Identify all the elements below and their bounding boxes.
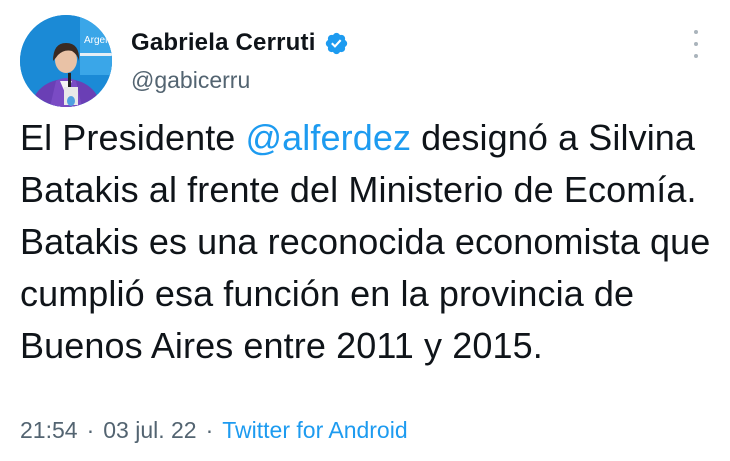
- author-display-name[interactable]: Gabriela Cerruti: [131, 29, 316, 57]
- more-options-icon[interactable]: [686, 26, 706, 62]
- tweet-time[interactable]: 21:54: [20, 417, 78, 444]
- tweet-source-link[interactable]: Twitter for Android: [222, 417, 407, 444]
- more-dot: [694, 30, 698, 34]
- mention-link[interactable]: @alferdez: [246, 117, 412, 158]
- more-dot: [694, 54, 698, 58]
- profile-photo-icon: Argen: [20, 15, 112, 107]
- author-handle[interactable]: @gabicerru: [131, 67, 250, 94]
- avatar[interactable]: Argen: [20, 15, 112, 107]
- tweet-card: Argen Gabriela Cerruti @gabicerru El Pre…: [0, 0, 730, 461]
- tweet-text: El Presidente @alferdez designó a Silvin…: [20, 112, 720, 372]
- meta-separator: ·: [86, 417, 95, 443]
- more-dot: [694, 42, 698, 46]
- meta-separator: ·: [205, 417, 214, 443]
- verified-badge-icon: [324, 31, 349, 56]
- tweet-date[interactable]: 03 jul. 22: [103, 417, 196, 444]
- author-name-row: Gabriela Cerruti: [131, 29, 349, 57]
- tweet-meta: 21:54 · 03 jul. 22 · Twitter for Android: [20, 417, 408, 444]
- tweet-text-before: El Presidente: [20, 117, 246, 158]
- avatar-backdrop-text: Argen: [84, 35, 111, 46]
